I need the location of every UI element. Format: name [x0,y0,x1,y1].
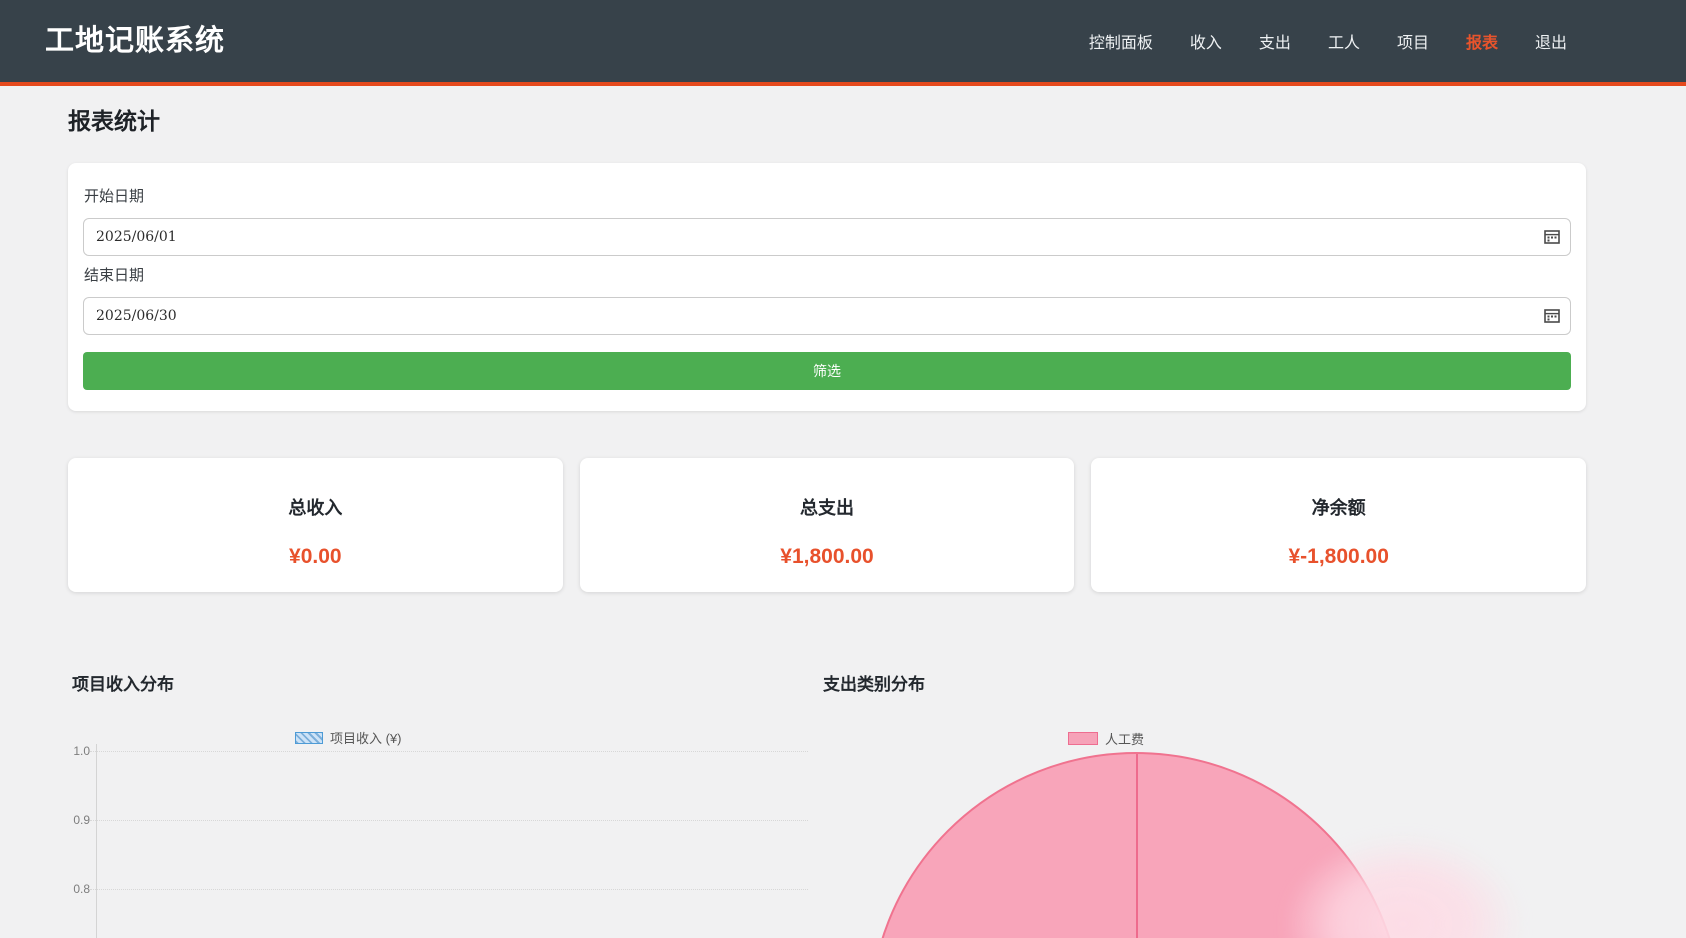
labor-legend-swatch-icon [1068,732,1098,745]
calendar-icon[interactable] [1544,229,1560,244]
total-income-card: 总收入 ¥0.00 [68,458,563,592]
pie-slice-divider [1136,754,1138,938]
income-legend-label: 项目收入 (¥) [330,728,402,747]
page-title: 报表统计 [68,102,160,136]
y-tick-0_8: 0.8 [56,882,90,896]
start-date-input[interactable] [83,218,1571,256]
top-navbar: 工地记账系统 控制面板 收入 支出 工人 项目 报表 退出 [0,0,1686,86]
total-expense-title: 总支出 [800,494,854,520]
gridline [90,820,808,821]
end-date-field-wrap [83,297,1571,335]
net-balance-card: 净余额 ¥-1,800.00 [1091,458,1586,592]
date-filter-card: 开始日期 结束日期 筛选 [68,163,1586,411]
net-balance-value: ¥-1,800.00 [1288,545,1388,569]
nav-item-expense[interactable]: 支出 [1259,29,1291,53]
report-page: 工地记账系统 控制面板 收入 支出 工人 项目 报表 退出 报表统计 开始日期 [0,0,1686,938]
y-tick-1_0: 1.0 [56,744,90,758]
app-title: 工地记账系统 [45,0,225,82]
end-date-input[interactable] [83,297,1571,335]
nav-menu: 控制面板 收入 支出 工人 项目 报表 退出 [1089,0,1567,82]
start-date-field-wrap [83,218,1571,256]
summary-cards-row: 总收入 ¥0.00 总支出 ¥1,800.00 净余额 ¥-1,800.00 [68,458,1586,592]
total-expense-value: ¥1,800.00 [780,545,873,569]
expense-chart-title: 支出类别分布 [823,670,925,695]
income-chart-title: 项目收入分布 [72,670,174,695]
total-expense-card: 总支出 ¥1,800.00 [580,458,1075,592]
net-balance-title: 净余额 [1312,494,1366,520]
nav-item-income[interactable]: 收入 [1190,29,1222,53]
nav-item-workers[interactable]: 工人 [1328,29,1360,53]
nav-item-dashboard[interactable]: 控制面板 [1089,29,1153,53]
nav-item-reports[interactable]: 报表 [1466,29,1498,53]
nav-item-logout[interactable]: 退出 [1535,29,1567,53]
labor-legend-label: 人工费 [1105,729,1144,748]
total-income-title: 总收入 [288,494,342,520]
total-income-value: ¥0.00 [289,545,342,569]
filter-submit-button[interactable]: 筛选 [83,352,1571,390]
start-date-label: 开始日期 [84,185,144,206]
expense-pie-chart[interactable] [869,752,1403,938]
income-legend-swatch-icon [295,732,323,744]
expense-chart-legend[interactable]: 人工费 [1068,729,1144,748]
nav-item-projects[interactable]: 项目 [1397,29,1429,53]
income-chart-legend[interactable]: 项目收入 (¥) [295,728,402,747]
calendar-icon[interactable] [1544,308,1560,323]
gridline [90,751,808,752]
end-date-label: 结束日期 [84,264,144,285]
y-tick-0_9: 0.9 [56,813,90,827]
y-axis-line [96,744,97,938]
gridline [90,889,808,890]
